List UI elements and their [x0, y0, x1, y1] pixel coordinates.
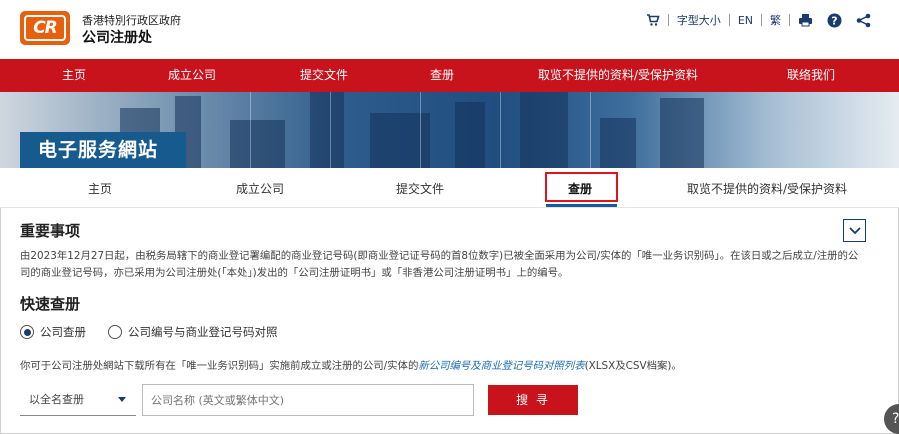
search-method-select[interactable]: 以全名查册 [20, 384, 136, 416]
main-nav-incorporate[interactable]: 成立公司 [168, 59, 216, 92]
sub-nav-submit-documents[interactable]: 提交文件 [396, 180, 444, 197]
main-nav-home[interactable]: 主页 [62, 59, 86, 92]
description-suffix: (XLSX及CSV档案)。 [584, 360, 682, 372]
search-button[interactable]: 搜 寻 [488, 385, 578, 415]
site-header: CR 香港特別行政区政府 公司注册处 字型大小 EN 繁 ? [0, 0, 899, 59]
search-method-value: 以全名查册 [29, 393, 84, 406]
traditional-chinese-link[interactable]: 繁 [770, 12, 781, 28]
hero-banner: 电子服务網站 [0, 92, 899, 168]
header-tools: 字型大小 EN 繁 ? [646, 10, 871, 30]
collapse-button[interactable] [843, 219, 866, 242]
main-nav-search[interactable]: 查册 [430, 59, 454, 92]
radio-number-mapping[interactable] [108, 325, 122, 339]
sub-nav-protected-info[interactable]: 取览不提供的资料/受保护资料 [687, 180, 847, 197]
main-nav: 主页 成立公司 提交文件 查册 取览不提供的资料/受保护资料 联络我们 [0, 59, 899, 92]
sub-nav-incorporate[interactable]: 成立公司 [236, 180, 284, 197]
divider [667, 14, 669, 26]
search-type-radios: 公司查册 公司编号与商业登记号码对照 [20, 323, 278, 341]
org-name-line2: 公司注册处 [82, 30, 152, 46]
print-icon[interactable] [798, 13, 813, 27]
help-icon[interactable]: ? [827, 13, 842, 28]
cart-icon[interactable] [646, 13, 660, 27]
important-heading: 重要事项 [20, 222, 81, 240]
share-icon[interactable] [856, 13, 871, 28]
logo-text: CR [24, 15, 66, 41]
main-nav-contact[interactable]: 联络我们 [787, 59, 835, 92]
main-nav-protected-info[interactable]: 取览不提供的资料/受保护资料 [538, 59, 698, 92]
mapping-list-description: 你可于公司注册处網站下载所有在「唯一业务识别码」实施前成立或注册的公司/实体的新… [20, 357, 880, 372]
english-link[interactable]: EN [738, 14, 753, 27]
sub-nav-search[interactable]: 查册 [568, 180, 592, 197]
text-size-link[interactable]: 字型大小 [677, 12, 721, 28]
dropdown-arrow-icon [118, 397, 126, 402]
quick-search-heading: 快速查册 [20, 295, 81, 313]
radio-selected-dot [23, 328, 31, 336]
main-nav-submit-documents[interactable]: 提交文件 [300, 59, 348, 92]
divider [789, 14, 790, 26]
org-name-line1: 香港特別行政区政府 [82, 14, 181, 27]
svg-text:?: ? [831, 14, 837, 27]
active-tab-underline [546, 204, 617, 207]
divider [761, 14, 762, 26]
cr-logo[interactable]: CR [20, 11, 70, 45]
chevron-down-icon [848, 226, 861, 234]
description-prefix: 你可于公司注册处網站下载所有在「唯一业务识别码」实施前成立或注册的公司/实体的 [20, 360, 419, 372]
sub-nav: 主页 成立公司 提交文件 查册 取览不提供的资料/受保护资料 [0, 168, 899, 208]
radio-company-search-label[interactable]: 公司查册 [40, 324, 86, 340]
divider [728, 14, 730, 26]
radio-number-mapping-label[interactable]: 公司编号与商业登记号码对照 [128, 324, 278, 340]
sub-nav-home[interactable]: 主页 [88, 180, 112, 197]
banner-title: 电子服务網站 [20, 132, 186, 168]
important-notice-text: 由2023年12月27日起，由税务局辖下的商业登记署编配的商业登记号码(即商业登… [20, 250, 859, 279]
mapping-list-link[interactable]: 新公司编号及商业登记号码对照列表 [418, 360, 584, 372]
company-name-input[interactable] [142, 384, 474, 416]
radio-company-search[interactable] [20, 325, 34, 339]
